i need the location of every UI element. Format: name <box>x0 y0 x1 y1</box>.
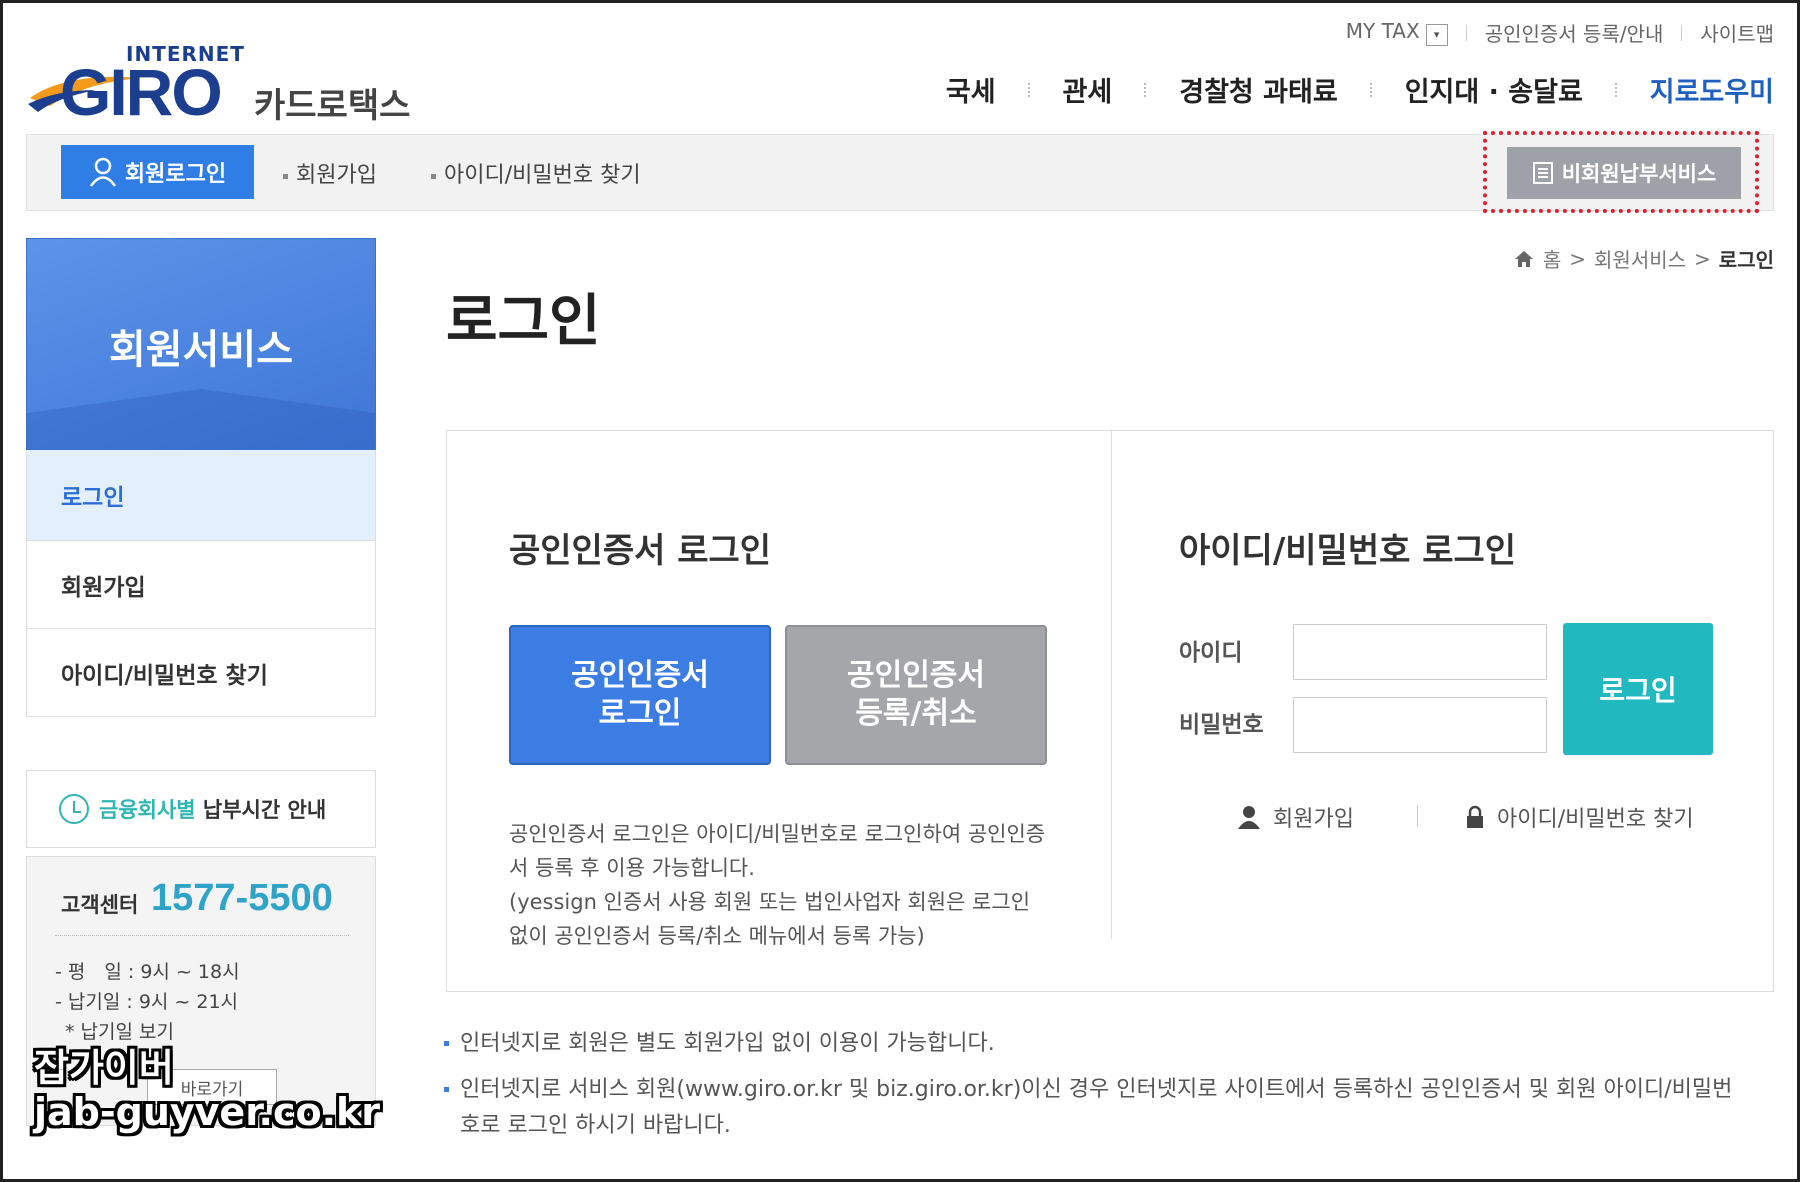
sidebar-menu: 로그인 회원가입 아이디/비밀번호 찾기 <box>26 450 376 717</box>
page-title: 로그인 <box>446 289 601 354</box>
member-bar: 회원로그인 회원가입 아이디/비밀번호 찾기 비회원납부서비스 <box>26 131 1774 213</box>
notice-item: 인터넷지로 회원은 별도 회원가입 없이 이용이 가능합니다. <box>444 1026 1744 1062</box>
breadcrumb-sep: > <box>1694 246 1711 271</box>
breadcrumb-home[interactable]: 홈 <box>1543 244 1561 273</box>
main-nav: 국세 관세 경찰청 과태료 인지대 · 송달료 지로도우미 <box>946 70 1774 109</box>
nav-police-fine[interactable]: 경찰청 과태료 <box>1179 70 1337 109</box>
utility-links: MY TAX ▾ 공인인증서 등록/안내 사이트맵 <box>1346 18 1774 47</box>
sidebar-decoration <box>27 389 375 449</box>
cert-description: 공인인증서 로그인은 아이디/비밀번호로 로그인하여 공인인증서 등록 후 이용… <box>509 817 1049 953</box>
panel-join-link[interactable]: 회원가입 <box>1237 801 1354 833</box>
cs-label: 고객센터 <box>61 893 139 917</box>
nav-giro-helper[interactable]: 지로도우미 <box>1650 70 1774 109</box>
password-label: 비밀번호 <box>1179 712 1264 738</box>
cert-login-button[interactable]: 공인인증서 로그인 <box>509 625 771 765</box>
join-link[interactable]: 회원가입 <box>283 157 377 189</box>
cert-register-link[interactable]: 공인인증서 등록/안내 <box>1485 18 1664 47</box>
nonmember-highlight: 비회원납부서비스 <box>1483 131 1759 213</box>
find-id-pw-link[interactable]: 아이디/비밀번호 찾기 <box>431 157 641 189</box>
nav-separator <box>1369 82 1373 97</box>
watermark: 잡가이버 jab-guyver.co.kr <box>34 1046 380 1134</box>
mytax-label: MY TAX <box>1345 19 1420 44</box>
cert-register-label-1: 공인인증서 <box>847 658 985 693</box>
panel-divider <box>1111 431 1112 939</box>
member-login-label: 회원로그인 <box>124 162 227 187</box>
notice-item: 인터넷지로 서비스 회원(www.giro.or.kr 및 biz.giro.o… <box>444 1072 1744 1144</box>
id-input[interactable] <box>1293 624 1547 680</box>
mytax-link[interactable]: MY TAX ▾ <box>1346 19 1448 46</box>
breadcrumb-sep: > <box>1569 246 1587 271</box>
notice-list: 인터넷지로 회원은 별도 회원가입 없이 이용이 가능합니다. 인터넷지로 서비… <box>444 1026 1744 1154</box>
cs-phone: 1577-5500 <box>151 877 333 919</box>
sidebar-item-find[interactable]: 아이디/비밀번호 찾기 <box>27 628 375 716</box>
nav-separator <box>1614 82 1618 97</box>
breadcrumb: 홈 > 회원서비스 > 로그인 <box>1513 244 1774 273</box>
id-login-heading: 아이디/비밀번호 로그인 <box>1179 531 1517 571</box>
dropdown-arrow-icon[interactable]: ▾ <box>1425 23 1448 46</box>
cert-desc-1: 공인인증서 로그인은 아이디/비밀번호로 로그인하여 공인인증서 등록 후 이용… <box>509 822 1046 880</box>
cs-divider <box>55 935 349 936</box>
watermark-line1: 잡가이버 <box>34 1046 174 1090</box>
id-label: 아이디 <box>1179 640 1243 666</box>
cert-register-button[interactable]: 공인인증서 등록/취소 <box>785 625 1047 765</box>
home-icon[interactable] <box>1513 249 1535 269</box>
login-submit-button[interactable]: 로그인 <box>1563 623 1713 755</box>
password-input[interactable] <box>1293 697 1547 753</box>
cert-login-label-2: 로그인 <box>598 696 682 731</box>
nav-stamp-fee[interactable]: 인지대 · 송달료 <box>1405 70 1583 109</box>
sidebar-header: 회원서비스 <box>26 238 376 450</box>
breadcrumb-member-service[interactable]: 회원서비스 <box>1594 244 1686 273</box>
sitemap-link[interactable]: 사이트맵 <box>1700 18 1774 47</box>
cs-weekday-hours: - 평 일 : 9시 ~ 18시 <box>55 961 240 983</box>
nav-national-tax[interactable]: 국세 <box>946 70 996 109</box>
sidebar-item-login[interactable]: 로그인 <box>27 450 375 540</box>
cert-login-heading: 공인인증서 로그인 <box>509 531 772 571</box>
paytime-label: 납부시간 안내 <box>202 798 327 822</box>
cs-dueday-hours: - 납기일 : 9시 ~ 21시 <box>55 991 239 1013</box>
user-icon <box>89 157 116 187</box>
link-separator <box>1417 805 1418 827</box>
nav-separator <box>1027 82 1031 97</box>
breadcrumb-current: 로그인 <box>1718 248 1774 272</box>
panel-join-label: 회원가입 <box>1273 807 1354 832</box>
nonmember-payment-button[interactable]: 비회원납부서비스 <box>1507 147 1741 199</box>
lock-icon <box>1467 805 1483 828</box>
document-icon <box>1532 162 1553 184</box>
login-panel: 공인인증서 로그인 공인인증서 로그인 공인인증서 등록/취소 공인인증서 로그… <box>446 430 1774 992</box>
panel-find-label: 아이디/비밀번호 찾기 <box>1497 807 1694 832</box>
cs-dueday-view: * 납기일 보기 <box>65 1021 174 1043</box>
nav-separator <box>1144 82 1147 97</box>
sidebar-item-join[interactable]: 회원가입 <box>27 540 375 628</box>
person-icon <box>1238 806 1260 829</box>
util-separator <box>1681 24 1683 41</box>
cert-login-label-1: 공인인증서 <box>571 658 709 693</box>
logo-giro: GIRO <box>60 55 223 129</box>
sidebar-title: 회원서비스 <box>109 327 293 373</box>
nonmember-label: 비회원납부서비스 <box>1561 162 1717 186</box>
cert-desc-2: (yessign 인증서 사용 회원 또는 법인사업자 회원은 로그인 없이 공… <box>509 890 1031 948</box>
clock-icon <box>59 794 89 824</box>
paytime-accent: 금융회사별 <box>99 798 196 822</box>
payment-time-guide[interactable]: 금융회사별 납부시간 안내 <box>26 770 376 848</box>
cert-register-label-2: 등록/취소 <box>855 696 977 731</box>
logo-cardtax: 카드로택스 <box>254 86 411 126</box>
nav-customs[interactable]: 관세 <box>1063 70 1113 109</box>
panel-find-link[interactable]: 아이디/비밀번호 찾기 <box>1465 801 1694 833</box>
member-login-button[interactable]: 회원로그인 <box>61 145 254 199</box>
site-logo[interactable]: INTERNET GIRO 카드로택스 <box>26 40 426 130</box>
watermark-line2: jab-guyver.co.kr <box>34 1090 381 1134</box>
util-separator <box>1465 24 1467 41</box>
